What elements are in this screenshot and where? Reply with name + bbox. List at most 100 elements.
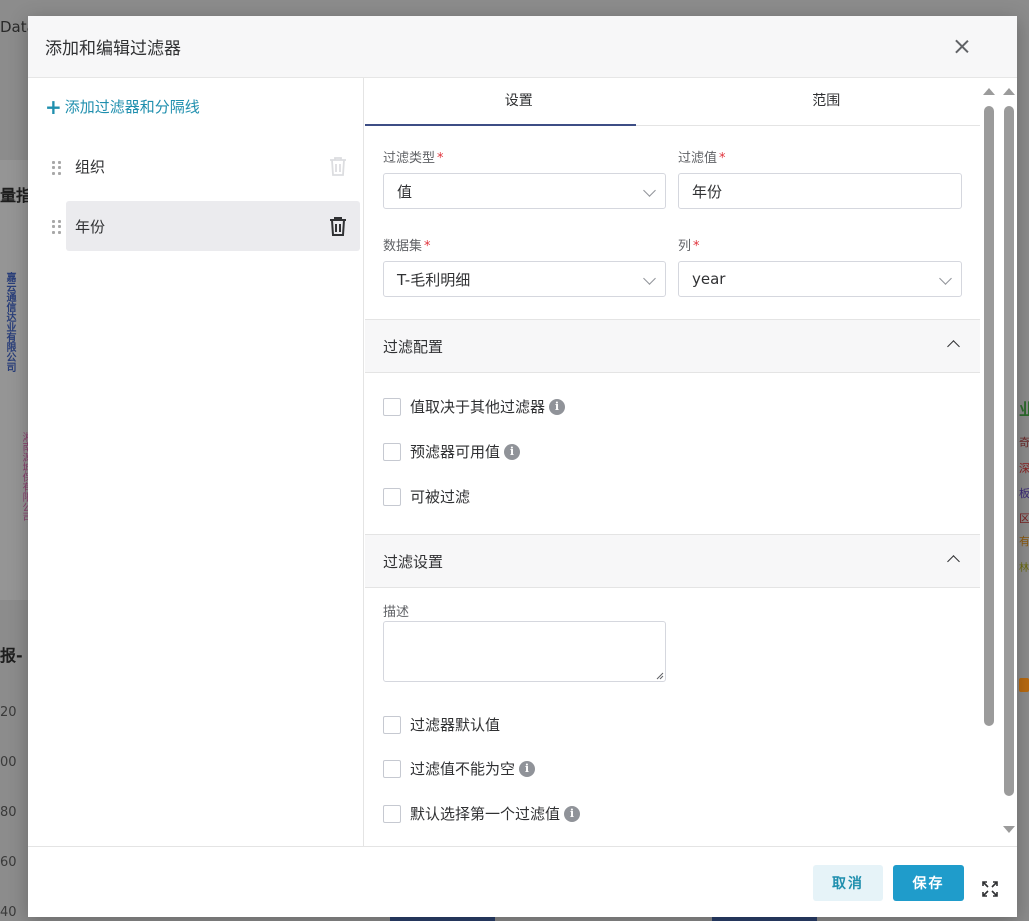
drag-handle-icon[interactable] — [52, 220, 62, 234]
required-mark: * — [693, 239, 700, 254]
bg-axis-tick: 40 — [0, 905, 17, 920]
close-icon[interactable] — [951, 36, 973, 58]
scroll-up-icon[interactable] — [983, 88, 995, 95]
info-icon: i — [564, 805, 581, 822]
filter-item-organization[interactable]: 组织 — [66, 141, 360, 191]
inner-scrollbar[interactable] — [982, 88, 996, 840]
filter-value-label: 过滤值 * — [678, 147, 726, 166]
column-label-text: 列 — [678, 239, 692, 254]
filter-config-title: 过滤配置 — [383, 337, 444, 356]
option-depends-on-other-filters[interactable]: 值取决于其他过滤器 i — [383, 396, 566, 417]
bg-card-left — [0, 160, 28, 600]
option-label: 可被过滤 — [410, 488, 471, 506]
option-label: 过滤值不能为空 — [410, 760, 516, 778]
filter-config-header[interactable]: 过滤配置 — [365, 319, 980, 373]
bg-right-label: 深 — [1019, 462, 1029, 475]
bg-bar — [390, 917, 495, 921]
bg-axis-tick: 00 — [0, 755, 17, 770]
bg-left-title-2: 报- — [0, 646, 23, 665]
bg-bar — [712, 917, 817, 921]
info-icon: i — [504, 443, 521, 460]
outer-scroll-thumb[interactable] — [1004, 106, 1014, 796]
column-label: 列 * — [678, 235, 700, 254]
bg-axis-tick: 80 — [0, 805, 17, 820]
trash-icon[interactable] — [326, 154, 350, 178]
description-label: 描述 — [383, 605, 410, 620]
checkbox[interactable] — [383, 397, 401, 416]
info-icon: i — [549, 398, 566, 415]
add-filter-button[interactable]: + 添加过滤器和分隔线 — [45, 96, 200, 117]
option-prefilter-available-values[interactable]: 预滤器可用值 i — [383, 441, 521, 462]
drag-handle-icon[interactable] — [52, 161, 62, 175]
option-can-be-filtered[interactable]: 可被过滤 — [383, 486, 470, 507]
active-tab-indicator — [365, 124, 636, 126]
chevron-down-icon — [939, 272, 952, 285]
filter-settings-panel: 设置 范围 过滤类型* 值 过滤值* 年份 数据集* T-毛利明细 列* — [365, 78, 980, 846]
dialog-title: 添加和编辑过滤器 — [45, 39, 181, 59]
bg-right-label: 业 — [1019, 400, 1029, 419]
required-mark: * — [719, 151, 726, 166]
filter-settings-header[interactable]: 过滤设置 — [365, 534, 980, 588]
filter-settings-title: 过滤设置 — [383, 552, 444, 571]
option-default-value[interactable]: 过滤器默认值 — [383, 714, 500, 735]
option-label: 过滤器默认值 — [410, 716, 501, 734]
filter-value-value: 年份 — [692, 182, 723, 201]
bg-right-label: 有 — [1019, 535, 1029, 548]
filter-type-value: 值 — [397, 182, 413, 201]
bg-right-label: 板 — [1019, 487, 1029, 500]
plus-icon: + — [45, 94, 62, 119]
required-mark: * — [424, 239, 431, 254]
cancel-button[interactable]: 取消 — [813, 865, 883, 901]
filter-list-panel: + 添加过滤器和分隔线 组织 年份 — [28, 78, 364, 846]
info-icon: i — [519, 760, 536, 777]
option-label: 预滤器可用值 — [410, 443, 501, 461]
inner-scroll-thumb[interactable] — [984, 106, 994, 726]
bg-right-label: 区 — [1019, 512, 1029, 525]
bg-right-label: 奇 — [1019, 436, 1029, 449]
dataset-label-text: 数据集 — [383, 239, 423, 254]
tab-scope[interactable]: 范围 — [673, 78, 981, 125]
dialog-header: 添加和编辑过滤器 — [28, 16, 1017, 78]
dataset-select[interactable]: T-毛利明细 — [383, 261, 666, 297]
filter-item-label: 年份 — [75, 217, 106, 236]
checkbox[interactable] — [383, 487, 401, 506]
filter-type-label-text: 过滤类型 — [383, 151, 436, 166]
outer-scrollbar[interactable] — [1002, 88, 1016, 840]
dataset-label: 数据集 * — [383, 235, 431, 254]
add-filter-label: 添加过滤器和分隔线 — [64, 98, 200, 116]
column-select[interactable]: year — [678, 261, 962, 297]
chevron-down-icon — [643, 184, 656, 197]
required-mark: * — [437, 151, 444, 166]
scroll-up-icon[interactable] — [1003, 88, 1015, 95]
chevron-up-icon — [947, 555, 960, 568]
bg-left-vertical-1: 嘉云通信达业有限公司 — [4, 272, 15, 372]
checkbox[interactable] — [383, 759, 401, 778]
checkbox[interactable] — [383, 442, 401, 461]
filter-value-input[interactable]: 年份 — [678, 173, 962, 209]
column-value: year — [692, 270, 726, 288]
bg-axis-tick: 20 — [0, 705, 17, 720]
option-label: 默认选择第一个过滤值 — [410, 805, 561, 823]
option-value-not-empty[interactable]: 过滤值不能为空 i — [383, 758, 536, 779]
trash-icon[interactable] — [326, 214, 350, 238]
save-button[interactable]: 保存 — [893, 865, 964, 901]
filter-value-label-text: 过滤值 — [678, 151, 718, 166]
bg-axis-tick: 60 — [0, 855, 17, 870]
resize-grip-icon[interactable] — [656, 672, 664, 680]
bg-right-marker — [1019, 678, 1029, 692]
chevron-up-icon — [947, 340, 960, 353]
description-textarea[interactable] — [383, 621, 666, 682]
fullscreen-icon[interactable] — [982, 881, 998, 897]
filter-type-select[interactable]: 值 — [383, 173, 666, 209]
filter-dialog: 添加和编辑过滤器 + 添加过滤器和分隔线 组织 年份 设置 范围 过滤类型 * … — [28, 16, 1017, 917]
tab-settings[interactable]: 设置 — [365, 78, 673, 125]
option-label: 值取决于其他过滤器 — [410, 398, 546, 416]
filter-item-year[interactable]: 年份 — [66, 201, 360, 251]
checkbox[interactable] — [383, 804, 401, 823]
bg-right-label: 林 — [1019, 563, 1029, 574]
checkbox[interactable] — [383, 715, 401, 734]
scroll-down-icon[interactable] — [1003, 826, 1015, 833]
option-select-first-value[interactable]: 默认选择第一个过滤值 i — [383, 803, 581, 824]
dataset-value: T-毛利明细 — [397, 270, 471, 289]
chevron-down-icon — [643, 272, 656, 285]
